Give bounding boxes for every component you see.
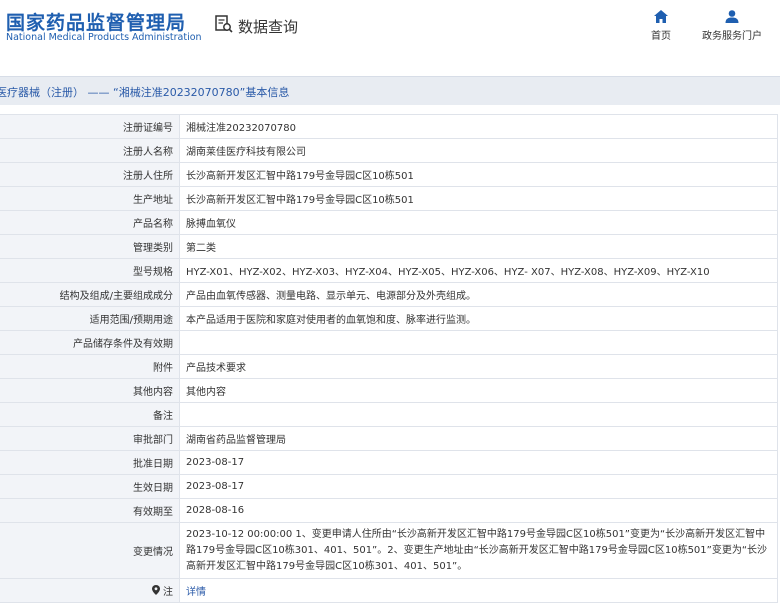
breadcrumb-bar: 医疗器械（注册） —— “湘械注准20232070780”基本信息 <box>0 76 780 105</box>
table-row: 产品名称 脉搏血氧仪 <box>0 210 778 235</box>
row-label: 注 <box>163 587 173 598</box>
table-row: 审批部门 湖南省药品监督管理局 <box>0 426 778 451</box>
table-row: 适用范围/预期用途 本产品适用于医院和家庭对使用者的血氧饱和度、脉率进行监测。 <box>0 306 778 331</box>
site-header: 国家药品监督管理局 National Medical Products Admi… <box>0 0 780 70</box>
row-value: 本产品适用于医院和家庭对使用者的血氧饱和度、脉率进行监测。 <box>179 306 778 331</box>
table-row: 有效期至 2028-08-16 <box>0 498 778 523</box>
table-row: 注册人住所 长沙高新开发区汇智中路179号金导园C区10栋501 <box>0 162 778 187</box>
site-logo-title[interactable]: 国家药品监督管理局 <box>6 8 186 35</box>
row-value: 2028-08-16 <box>179 498 778 523</box>
table-row: 生产地址 长沙高新开发区汇智中路179号金导园C区10栋501 <box>0 186 778 211</box>
row-label: 适用范围/预期用途 <box>0 306 180 331</box>
table-row: 其他内容 其他内容 <box>0 378 778 403</box>
nav-gov-portal[interactable]: 政务服务门户 <box>700 10 764 42</box>
row-value: 其他内容 <box>179 378 778 403</box>
row-value: 湖南省药品监督管理局 <box>179 426 778 451</box>
details-link[interactable]: 详情 <box>179 578 778 603</box>
row-value: 长沙高新开发区汇智中路179号金导园C区10栋501 <box>179 162 778 187</box>
row-label: 型号规格 <box>0 258 180 283</box>
detail-table: 注册证编号 湘械注准20232070780 注册人名称 湖南莱佳医疗科技有限公司 注… <box>0 114 778 603</box>
row-label: 结构及组成/主要组成成分 <box>0 282 180 307</box>
table-row: 附件 产品技术要求 <box>0 354 778 379</box>
row-label-note: 注 <box>0 578 180 603</box>
row-value <box>179 402 778 427</box>
row-label: 管理类别 <box>0 234 180 259</box>
table-row: 注册人名称 湖南莱佳医疗科技有限公司 <box>0 138 778 163</box>
location-icon <box>151 585 163 598</box>
row-value: 长沙高新开发区汇智中路179号金导园C区10栋501 <box>179 186 778 211</box>
row-label: 生产地址 <box>0 186 180 211</box>
table-row: 注册证编号 湘械注准20232070780 <box>0 114 778 139</box>
row-label: 变更情况 <box>0 522 180 579</box>
user-icon <box>700 10 764 23</box>
row-label: 注册证编号 <box>0 114 180 139</box>
row-value: 2023-08-17 <box>179 450 778 475</box>
row-label: 有效期至 <box>0 498 180 523</box>
table-row: 注 详情 <box>0 578 778 603</box>
row-value: 2023-10-12 00:00:00 1、变更申请人住所由“长沙高新开发区汇智… <box>179 522 778 579</box>
table-row: 结构及组成/主要组成成分 产品由血氧传感器、测量电路、显示单元、电源部分及外壳组成… <box>0 282 778 307</box>
home-icon <box>646 10 676 23</box>
table-row: 备注 <box>0 402 778 427</box>
row-label: 生效日期 <box>0 474 180 499</box>
data-query-label: 数据查询 <box>238 17 299 36</box>
row-value: 第二类 <box>179 234 778 259</box>
data-query-link[interactable]: 数据查询 <box>214 14 298 38</box>
row-value: 湖南莱佳医疗科技有限公司 <box>179 138 778 163</box>
row-value: 脉搏血氧仪 <box>179 210 778 235</box>
row-label: 产品储存条件及有效期 <box>0 330 180 355</box>
data-query-icon <box>214 14 234 38</box>
table-row: 管理类别 第二类 <box>0 234 778 259</box>
table-row: 型号规格 HYZ-X01、HYZ-X02、HYZ-X03、HYZ-X04、HYZ-… <box>0 258 778 283</box>
row-value: 湘械注准20232070780 <box>179 114 778 139</box>
row-value: 2023-08-17 <box>179 474 778 499</box>
table-row: 产品储存条件及有效期 <box>0 330 778 355</box>
table-row: 生效日期 2023-08-17 <box>0 474 778 499</box>
site-logo-subtitle: National Medical Products Administration <box>6 32 202 43</box>
row-value: 产品技术要求 <box>179 354 778 379</box>
row-label: 其他内容 <box>0 378 180 403</box>
row-value: 产品由血氧传感器、测量电路、显示单元、电源部分及外壳组成。 <box>179 282 778 307</box>
table-row: 批准日期 2023-08-17 <box>0 450 778 475</box>
row-label: 批准日期 <box>0 450 180 475</box>
row-label: 附件 <box>0 354 180 379</box>
row-label: 备注 <box>0 402 180 427</box>
breadcrumb: 医疗器械（注册） —— “湘械注准20232070780”基本信息 <box>0 86 290 99</box>
row-label: 注册人名称 <box>0 138 180 163</box>
row-label: 注册人住所 <box>0 162 180 187</box>
row-value: HYZ-X01、HYZ-X02、HYZ-X03、HYZ-X04、HYZ-X05、… <box>179 258 778 283</box>
row-value <box>179 330 778 355</box>
nav-home-label: 首页 <box>651 31 671 42</box>
nav-gov-label: 政务服务门户 <box>702 31 762 42</box>
nav-home[interactable]: 首页 <box>646 10 676 42</box>
table-row: 变更情况 2023-10-12 00:00:00 1、变更申请人住所由“长沙高新开… <box>0 522 778 579</box>
row-label: 审批部门 <box>0 426 180 451</box>
row-label: 产品名称 <box>0 210 180 235</box>
